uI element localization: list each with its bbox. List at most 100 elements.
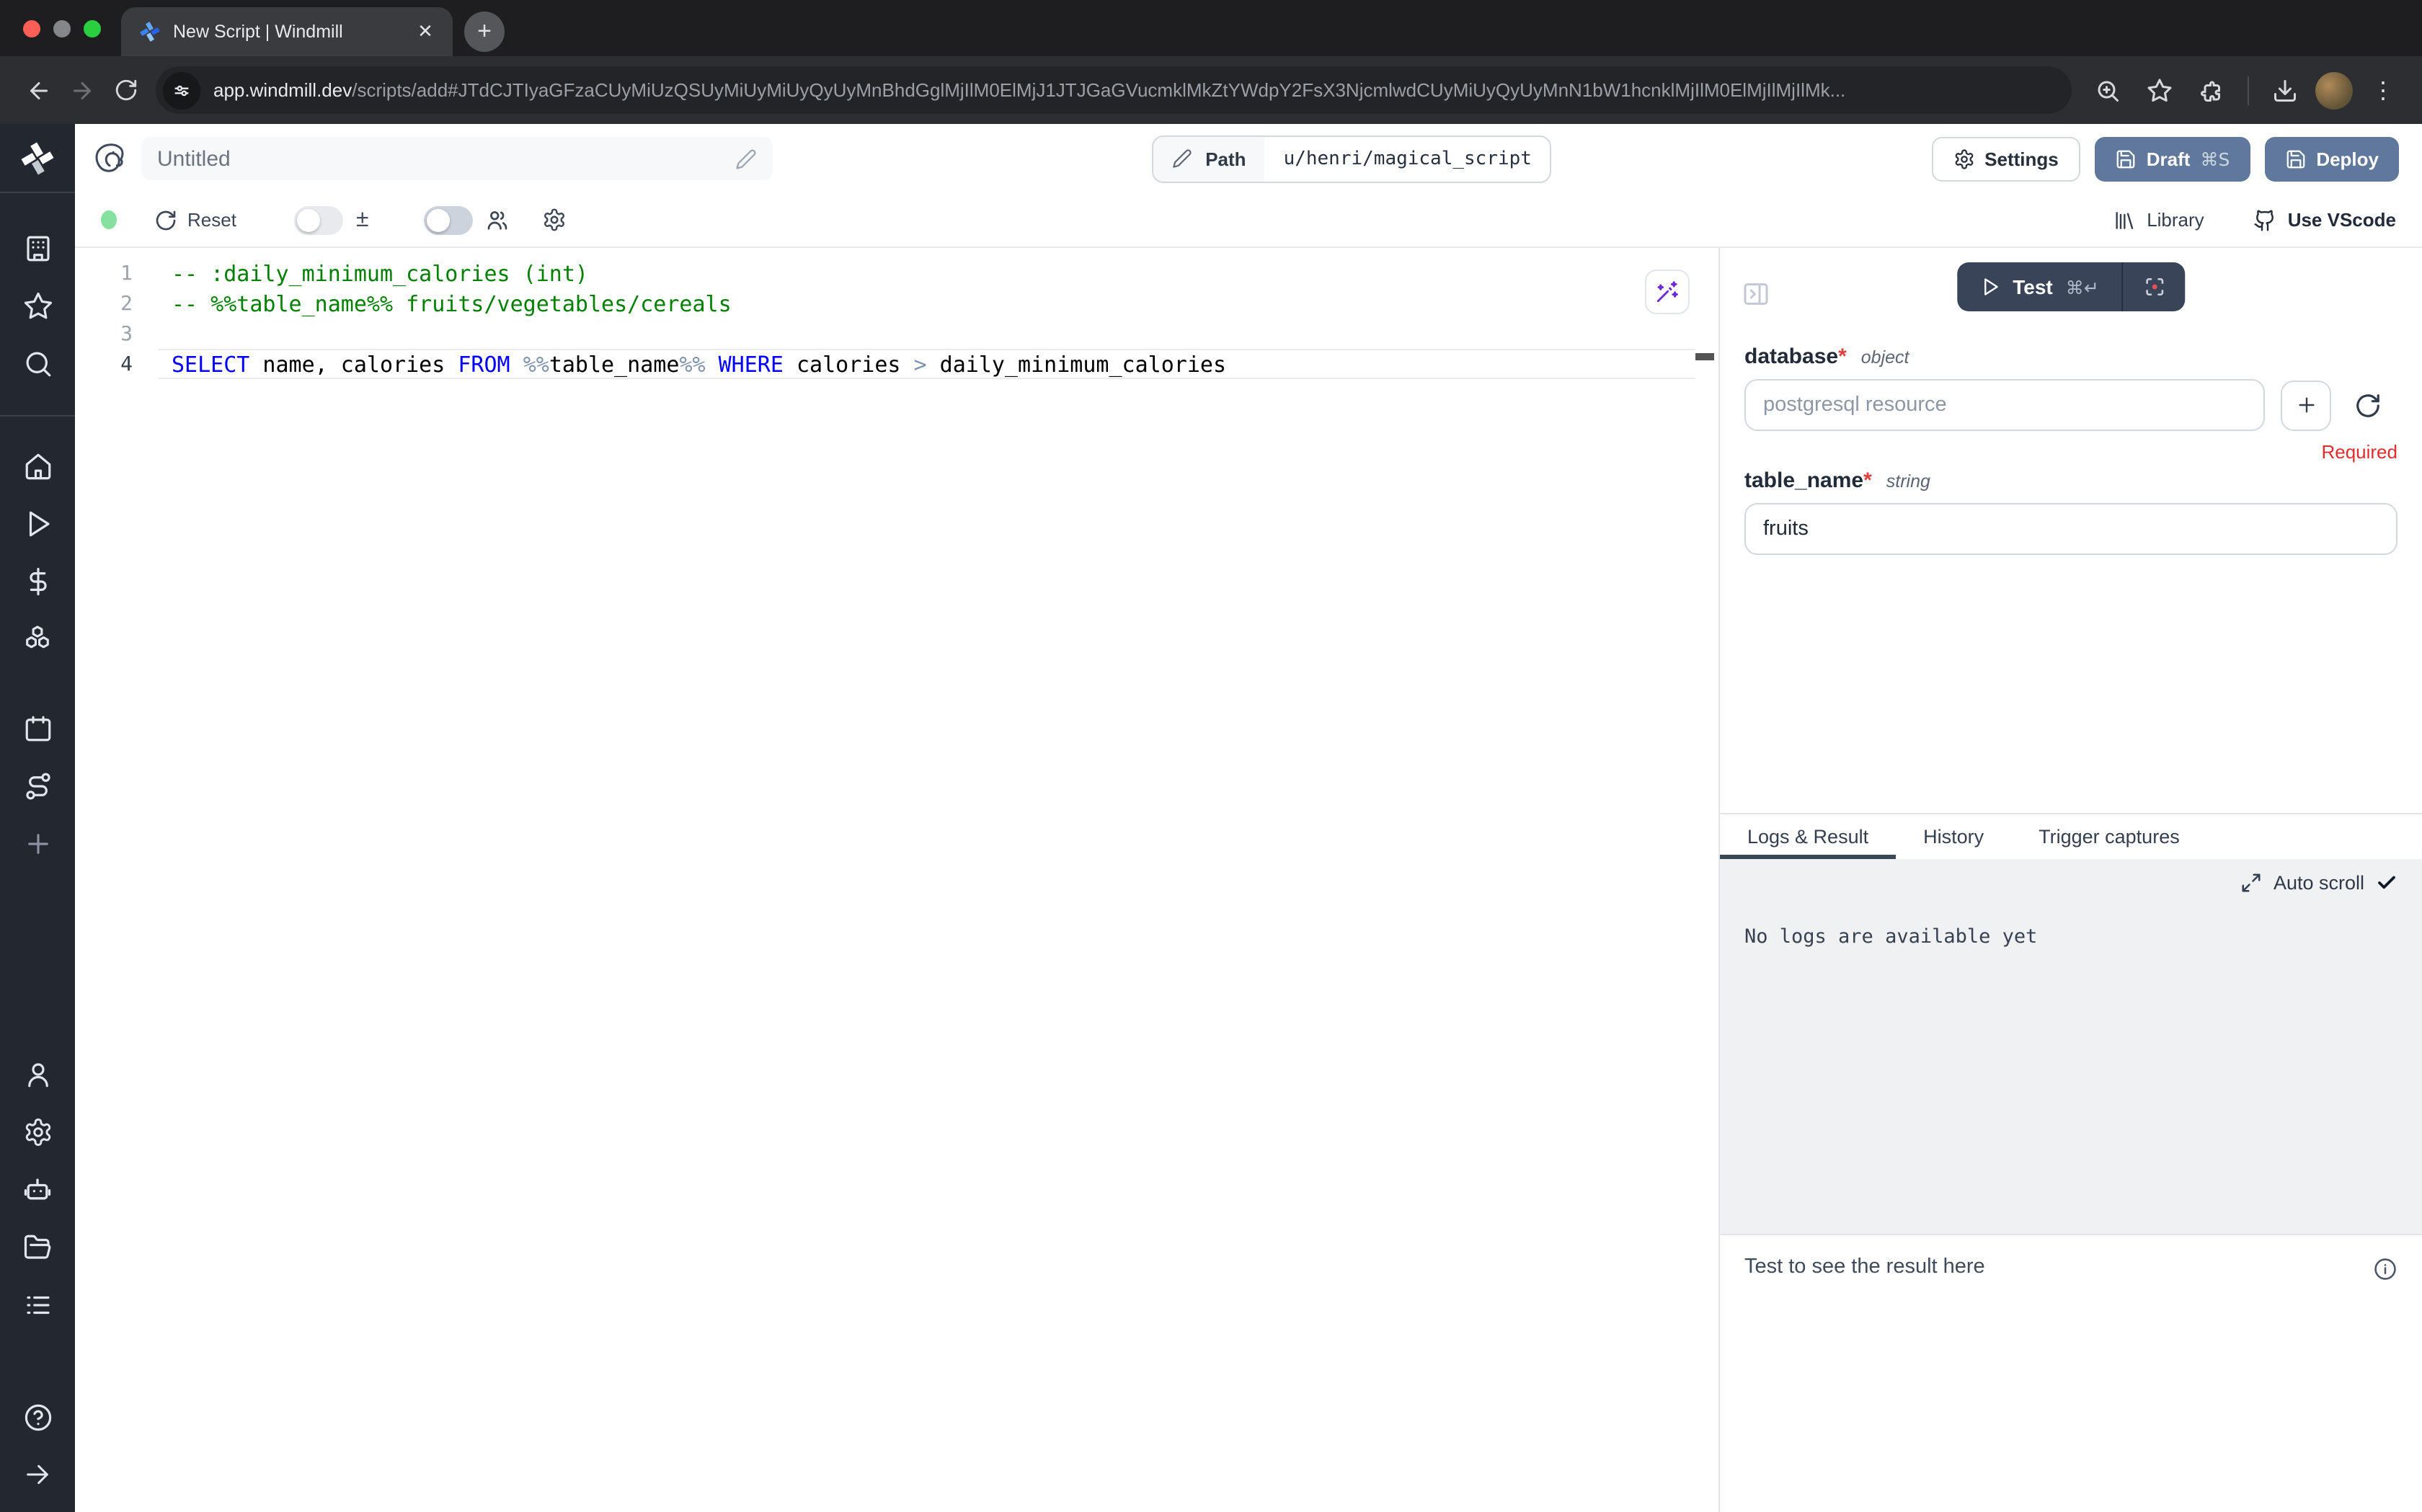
deploy-button[interactable]: Deploy: [2264, 136, 2399, 181]
sidebar-item-home[interactable]: [0, 437, 75, 494]
site-info-icon[interactable]: [163, 71, 200, 109]
database-field-header: database* object: [1744, 344, 2397, 369]
code-line[interactable]: 2-- %%table_name%% fruits/vegetables/cer…: [75, 288, 1718, 319]
browser-menu-icon[interactable]: ⋮: [2361, 68, 2405, 112]
settings-button[interactable]: Settings: [1931, 136, 2080, 181]
table-name-input[interactable]: [1744, 503, 2397, 555]
sidebar-item-add[interactable]: [0, 814, 75, 872]
new-tab-button[interactable]: +: [464, 12, 505, 52]
draft-shortcut: ⌘S: [2200, 148, 2230, 169]
logs-empty-message: No logs are available yet: [1744, 925, 2397, 948]
add-resource-button[interactable]: [2281, 380, 2331, 430]
table-name-input-row: [1744, 503, 2397, 555]
tab-history[interactable]: History: [1896, 814, 2011, 858]
code-line[interactable]: 1-- :daily_minimum_calories (int): [75, 258, 1718, 288]
forward-icon[interactable]: [61, 68, 104, 112]
result-area: Test to see the result here: [1720, 1233, 2422, 1512]
sidebar-item-search[interactable]: [0, 334, 75, 392]
database-input[interactable]: [1744, 379, 2265, 431]
gear-icon: [542, 208, 567, 232]
bookmark-star-icon[interactable]: [2138, 68, 2181, 112]
library-button[interactable]: Library: [2112, 208, 2204, 231]
window-minimize-button[interactable]: [53, 19, 71, 37]
line-number: 3: [75, 322, 133, 345]
sidebar-item-workspace[interactable]: [0, 219, 75, 277]
workspace-body: 1-- :daily_minimum_calories (int)2-- %%t…: [75, 248, 2422, 1512]
code-editor[interactable]: 1-- :daily_minimum_calories (int)2-- %%t…: [75, 248, 1718, 1512]
windmill-app: Path u/henri/magical_script Settings Dra…: [0, 124, 2422, 1512]
back-icon[interactable]: [17, 68, 61, 112]
sidebar-item-ai[interactable]: [0, 1160, 75, 1218]
address-bar[interactable]: app.windmill.dev/scripts/add#JTdCJTIyaGF…: [156, 66, 2072, 114]
sidebar-item-user[interactable]: [0, 1045, 75, 1103]
test-button[interactable]: Test ⌘↵: [1956, 262, 2121, 311]
tab-logs-result[interactable]: Logs & Result: [1720, 814, 1896, 858]
sidebar-divider: [0, 415, 75, 417]
expand-icon: [2240, 871, 2262, 893]
collapse-panel-icon[interactable]: [1742, 280, 1770, 308]
use-vscode-button[interactable]: Use VScode: [2253, 208, 2396, 231]
path-label: Path: [1153, 136, 1264, 181]
windmill-favicon-icon: [138, 20, 161, 43]
window-zoom-button[interactable]: [84, 19, 101, 37]
diff-toggle[interactable]: [294, 205, 343, 234]
url-path: /scripts/add#JTdCJTIyaGFzaCUyMiUzQSUyMiU…: [352, 79, 1845, 101]
tab-close-icon[interactable]: ✕: [412, 19, 438, 45]
draft-button[interactable]: Draft ⌘S: [2095, 136, 2250, 181]
info-icon[interactable]: [2373, 1256, 2397, 1281]
path-value: u/henri/magical_script: [1265, 136, 1551, 181]
downloads-icon[interactable]: [2263, 68, 2307, 112]
sidebar-item-help[interactable]: [0, 1388, 75, 1446]
refresh-icon: [154, 208, 177, 231]
windmill-logo[interactable]: [0, 124, 75, 193]
zoom-icon[interactable]: [2086, 68, 2129, 112]
test-row: Test ⌘↵: [1720, 262, 2422, 326]
sidebar-item-runs[interactable]: [0, 494, 75, 552]
sidebar-item-variables[interactable]: [0, 552, 75, 610]
ai-wand-button[interactable]: [1645, 270, 1690, 314]
tab-trigger-captures[interactable]: Trigger captures: [2011, 814, 2207, 858]
sidebar-item-favorites[interactable]: [0, 277, 75, 334]
reset-button[interactable]: Reset: [154, 208, 236, 231]
sidebar-item-settings[interactable]: [0, 1103, 75, 1160]
sidebar-item-folders[interactable]: [0, 1218, 75, 1276]
refresh-icon: [2354, 391, 2381, 419]
sidebar-item-schedules[interactable]: [0, 699, 75, 757]
script-title-field[interactable]: [141, 137, 773, 180]
capture-test-button[interactable]: [2122, 262, 2186, 311]
users-icon: [484, 207, 510, 233]
autoscroll-toggle[interactable]: Auto scroll: [2240, 871, 2397, 893]
main-area: Path u/henri/magical_script Settings Dra…: [75, 124, 2422, 1512]
extensions-icon[interactable]: [2190, 68, 2233, 112]
code-text: -- %%table_name%% fruits/vegetables/cere…: [133, 290, 732, 316]
refresh-resources-button[interactable]: [2350, 388, 2385, 422]
code-line[interactable]: 4SELECT name, calories FROM %%table_name…: [75, 349, 1718, 379]
diff-icon: ±: [356, 207, 369, 233]
focus-capture-icon: [2143, 275, 2166, 298]
sidebar-expand-icon[interactable]: [0, 1446, 75, 1503]
url-text: app.windmill.dev/scripts/add#JTdCJTIyaGF…: [213, 79, 1845, 101]
header-buttons: Settings Draft ⌘S Deploy: [1931, 136, 2399, 181]
sidebar-item-routes[interactable]: [0, 757, 75, 814]
save-icon: [2115, 148, 2137, 169]
sidebar-item-resources[interactable]: [0, 610, 75, 667]
browser-tab-strip: New Script | Windmill ✕ +: [0, 0, 2422, 56]
script-title-input[interactable]: [157, 146, 735, 171]
window-close-button[interactable]: [23, 19, 40, 37]
editor-settings-button[interactable]: [542, 208, 567, 232]
reload-icon[interactable]: [104, 68, 147, 112]
code-lines: 1-- :daily_minimum_calories (int)2-- %%t…: [75, 258, 1718, 379]
table-name-type: string: [1886, 471, 1930, 492]
browser-tab[interactable]: New Script | Windmill ✕: [121, 7, 453, 56]
sidebar-item-audit-logs[interactable]: [0, 1276, 75, 1333]
code-line[interactable]: 3: [75, 319, 1718, 349]
gear-icon: [1953, 148, 1974, 169]
logs-area: Auto scroll No logs are available yet: [1720, 858, 2422, 1233]
editor-toolbar: Reset ± Library Use VScode: [75, 193, 2422, 248]
line-number: 4: [75, 352, 133, 375]
script-path-chip[interactable]: Path u/henri/magical_script: [1152, 135, 1552, 182]
edit-title-pencil-icon[interactable]: [735, 148, 757, 169]
profile-avatar[interactable]: [2315, 71, 2353, 109]
collab-toggle[interactable]: [424, 205, 473, 234]
plus-icon: [2294, 393, 2317, 417]
